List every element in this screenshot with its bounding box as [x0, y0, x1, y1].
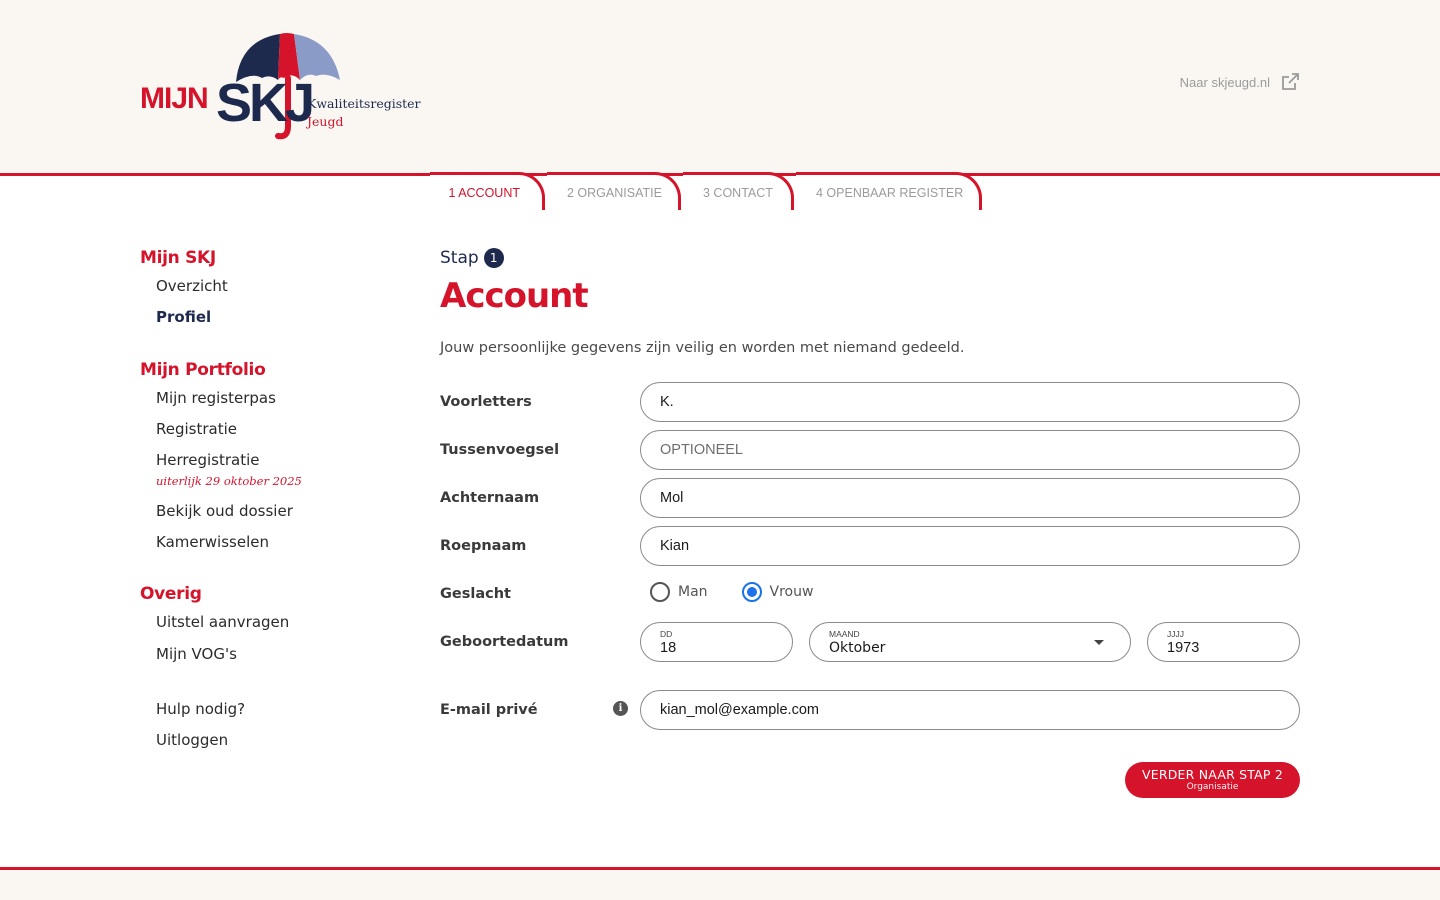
- row-voorletters: Voorletters: [440, 382, 1300, 422]
- geslacht-radio-group: Man Vrouw: [650, 582, 813, 602]
- birth-month-select[interactable]: MAAND Oktober: [809, 622, 1131, 662]
- page-title: Account: [440, 276, 589, 316]
- row-roepnaam: Roepnaam: [440, 526, 1300, 566]
- sidebar-heading-mijn-portfolio: Mijn Portfolio: [140, 360, 266, 380]
- external-site-link-label: Naar skjeugd.nl: [1179, 74, 1270, 90]
- sidebar-item-uitstel[interactable]: Uitstel aanvragen: [156, 613, 289, 631]
- achternaam-input[interactable]: [640, 478, 1300, 518]
- birth-day-input[interactable]: DD 18: [640, 622, 793, 662]
- birth-day-value: 18: [660, 640, 677, 656]
- sidebar-item-registratie[interactable]: Registratie: [156, 420, 237, 438]
- logo-line2: Jeugd: [307, 114, 344, 129]
- row-geboortedatum: Geboortedatum DD 18 MAAND Oktober JJJJ 1…: [440, 622, 1300, 662]
- email-label: E-mail privé: [440, 702, 538, 718]
- sidebar-item-kamerwisselen[interactable]: Kamerwisselen: [156, 533, 269, 551]
- radio-vrouw-label: Vrouw: [769, 584, 814, 600]
- sidebar-item-herregistratie[interactable]: Herregistratie: [156, 451, 260, 469]
- sidebar-item-overzicht[interactable]: Overzicht: [156, 277, 228, 295]
- sidebar-item-hulp[interactable]: Hulp nodig?: [156, 700, 245, 718]
- next-step-button[interactable]: VERDER NAAR STAP 2 Organisatie: [1125, 762, 1300, 798]
- external-site-link[interactable]: Naar skjeugd.nl: [1180, 72, 1300, 92]
- radio-man-circle[interactable]: [650, 582, 670, 602]
- sidebar-item-registerpas[interactable]: Mijn registerpas: [156, 389, 276, 407]
- sidebar-heading-overig: Overig: [140, 584, 202, 604]
- step-number-badge: 1: [483, 248, 504, 268]
- birth-day-label: DD: [660, 629, 673, 639]
- tab-step-organisatie[interactable]: 2 ORGANISATIE: [547, 172, 681, 210]
- geboortedatum-label: Geboortedatum: [440, 634, 569, 650]
- birth-year-label: JJJJ: [1167, 629, 1184, 639]
- sidebar-item-profiel[interactable]: Profiel: [156, 308, 211, 326]
- next-step-sublabel: Organisatie: [1186, 782, 1239, 792]
- logo-mijn-text: MIJN: [140, 82, 209, 115]
- step-tabs: 1 ACCOUNT 2 ORGANISATIE 3 CONTACT 4 OPEN…: [430, 172, 984, 212]
- external-link-icon: [1282, 73, 1299, 90]
- info-icon[interactable]: i: [613, 701, 628, 716]
- geslacht-label: Geslacht: [440, 586, 511, 602]
- tab-step-openbaar-register[interactable]: 4 OPENBAAR REGISTER: [796, 172, 982, 210]
- sidebar-heading-mijn-skj: Mijn SKJ: [140, 248, 216, 268]
- roepnaam-label: Roepnaam: [440, 538, 527, 554]
- row-geslacht: Geslacht Man Vrouw: [440, 574, 1300, 614]
- skj-logo[interactable]: MIJN SKJ Kwaliteitsregister Jeugd: [138, 30, 428, 145]
- herregistratie-deadline: uiterlijk 29 oktober 2025: [156, 474, 302, 488]
- privacy-intro: Jouw persoonlijke gegevens zijn veilig e…: [440, 340, 965, 356]
- email-input[interactable]: [640, 690, 1300, 730]
- next-step-label: VERDER NAAR STAP 2: [1142, 767, 1283, 782]
- header: MIJN SKJ Kwaliteitsregister Jeugd Naar s…: [0, 0, 1440, 174]
- radio-vrouw[interactable]: Vrouw: [741, 582, 814, 602]
- voorletters-input[interactable]: [640, 382, 1300, 422]
- birth-month-label: MAAND: [829, 629, 860, 639]
- sidebar-item-uitloggen[interactable]: Uitloggen: [156, 731, 228, 749]
- row-email: E-mail privé i: [440, 690, 1300, 730]
- sidebar-item-oud-dossier[interactable]: Bekijk oud dossier: [156, 502, 293, 520]
- radio-man-label: Man: [678, 584, 708, 600]
- radio-vrouw-circle[interactable]: [741, 582, 762, 602]
- step-indicator: Stap 1: [440, 248, 504, 268]
- tab-step-contact[interactable]: 3 CONTACT: [683, 172, 794, 210]
- logo-line1: Kwaliteitsregister: [307, 96, 421, 111]
- sidebar-item-vogs[interactable]: Mijn VOG's: [156, 645, 237, 663]
- logo-skj-text: SKJ: [216, 73, 315, 133]
- tab-step-account[interactable]: 1 ACCOUNT: [430, 172, 545, 210]
- chevron-down-icon: [1094, 640, 1104, 645]
- birth-month-value: Oktober: [829, 640, 886, 656]
- roepnaam-input[interactable]: [640, 526, 1300, 566]
- tussenvoegsel-label: Tussenvoegsel: [440, 442, 560, 458]
- radio-man[interactable]: Man: [650, 582, 708, 602]
- row-achternaam: Achternaam: [440, 478, 1300, 518]
- achternaam-label: Achternaam: [440, 490, 540, 506]
- step-label: Stap: [440, 248, 479, 268]
- footer: [0, 870, 1440, 900]
- row-tussenvoegsel: Tussenvoegsel: [440, 430, 1300, 470]
- voorletters-label: Voorletters: [440, 394, 532, 410]
- birth-year-input[interactable]: JJJJ 1973: [1147, 622, 1300, 662]
- birth-year-value: 1973: [1167, 640, 1200, 656]
- tussenvoegsel-input[interactable]: [640, 430, 1300, 470]
